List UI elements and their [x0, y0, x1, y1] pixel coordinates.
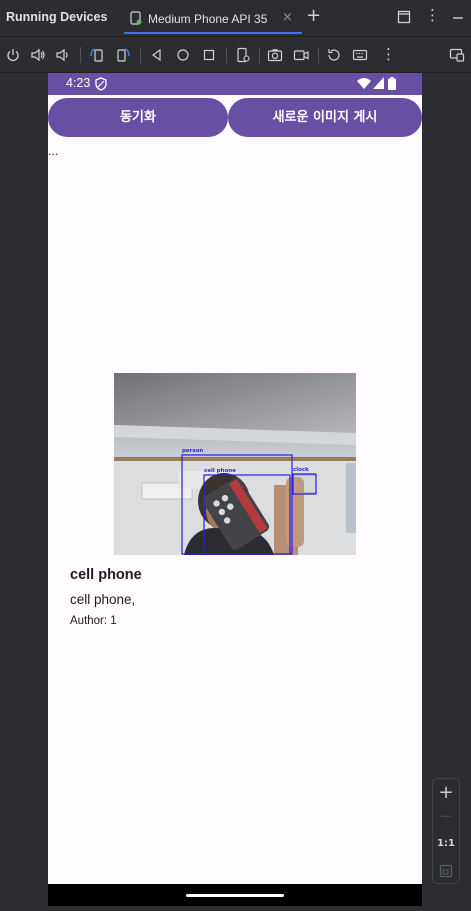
status-time: 4:23	[66, 76, 91, 90]
battery-icon	[388, 77, 396, 90]
toolbar-divider	[226, 47, 227, 63]
cellular-signal-icon	[373, 77, 384, 89]
tool-window-title: Running Devices	[6, 10, 108, 24]
options-menu-icon[interactable]: ⋮	[425, 6, 440, 24]
volume-down-icon[interactable]	[55, 47, 71, 63]
post-text: cell phone,	[70, 592, 136, 607]
clock-label: clock	[293, 467, 309, 473]
add-tab-icon[interactable]: +	[306, 5, 321, 26]
device-tab[interactable]: Medium Phone API 35 ×	[124, 4, 302, 34]
zoom-actual-size-button[interactable]: 1:1	[433, 838, 459, 849]
maximize-icon[interactable]	[397, 10, 411, 24]
phone-screen[interactable]: 4:23 동기화 새로운 이미지 게시 ... person cell phon…	[48, 73, 422, 906]
zoom-in-button[interactable]: +	[433, 782, 459, 803]
person-label: person	[182, 448, 203, 454]
home-icon[interactable]	[175, 47, 191, 63]
status-bar: 4:23	[48, 73, 422, 95]
post-title: cell phone	[70, 567, 142, 583]
device-settings-icon[interactable]	[235, 47, 251, 63]
shield-icon	[95, 77, 107, 91]
loading-ellipsis: ...	[48, 145, 59, 158]
new-post-button[interactable]: 새로운 이미지 게시	[228, 98, 422, 137]
more-icon[interactable]: ⋮	[381, 45, 397, 63]
toolbar-divider	[140, 47, 141, 63]
power-icon[interactable]	[5, 47, 21, 63]
screen-record-icon[interactable]	[293, 47, 309, 63]
zoom-controls: + — 1:1	[432, 778, 460, 884]
ide-title-bar: Running Devices Medium Phone API 35 × + …	[0, 0, 471, 36]
cell-phone-label: cell phone	[204, 468, 236, 474]
back-icon[interactable]	[149, 47, 165, 63]
volume-up-icon[interactable]	[30, 47, 46, 63]
detection-photo: person cell phone clock	[114, 373, 356, 555]
minimize-icon[interactable]	[451, 11, 465, 25]
rotate-right-icon[interactable]	[115, 47, 131, 63]
toolbar-divider	[80, 47, 81, 63]
wifi-icon	[357, 78, 371, 89]
gesture-handle[interactable]	[186, 894, 284, 897]
rotate-left-icon[interactable]	[89, 47, 105, 63]
overview-icon[interactable]	[201, 47, 217, 63]
post-image: person cell phone clock	[114, 373, 356, 555]
keyboard-icon[interactable]	[352, 47, 368, 63]
sync-button[interactable]: 동기화	[48, 98, 228, 137]
close-tab-icon[interactable]: ×	[282, 10, 293, 25]
zoom-out-button[interactable]: —	[433, 809, 459, 822]
reset-icon[interactable]	[326, 47, 342, 63]
device-tab-icon	[130, 11, 142, 25]
device-tab-label: Medium Phone API 35	[148, 12, 268, 26]
toolbar-divider	[318, 47, 319, 63]
toolbar-divider	[259, 47, 260, 63]
post-author: Author: 1	[70, 615, 117, 627]
navigation-bar	[48, 884, 422, 906]
screenshot-icon[interactable]	[267, 47, 283, 63]
emulator-toolbar: ⋮	[0, 37, 471, 73]
zoom-fit-icon[interactable]	[439, 864, 453, 878]
device-frame-icon[interactable]	[449, 47, 465, 63]
